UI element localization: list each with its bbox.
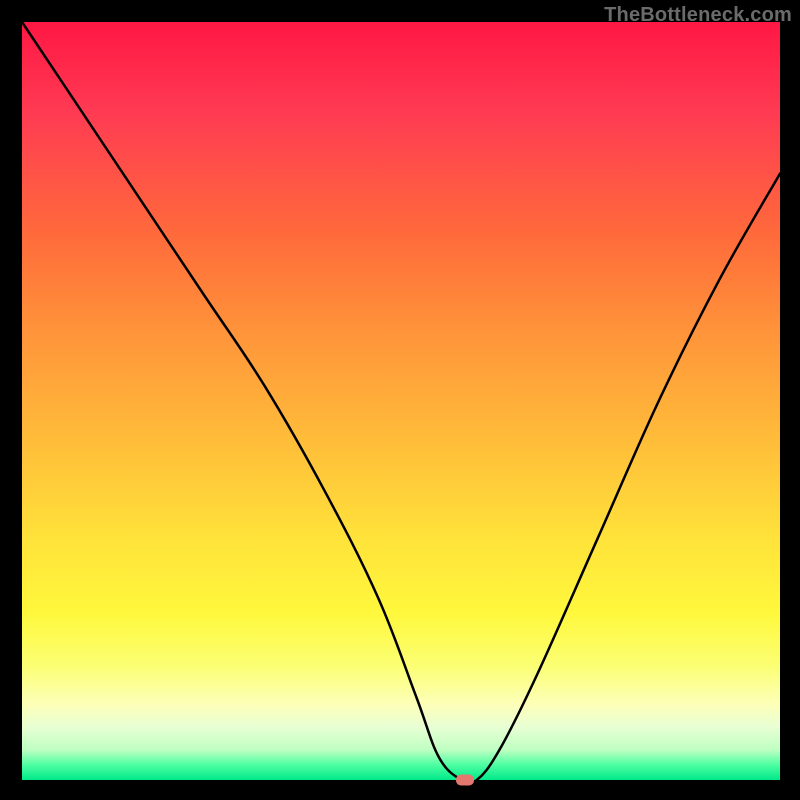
bottleneck-curve bbox=[22, 22, 780, 780]
chart-frame: TheBottleneck.com bbox=[0, 0, 800, 800]
watermark-text: TheBottleneck.com bbox=[604, 4, 792, 27]
plot-area bbox=[22, 22, 780, 780]
optimal-point-marker bbox=[456, 775, 474, 786]
curve-path bbox=[22, 22, 780, 784]
